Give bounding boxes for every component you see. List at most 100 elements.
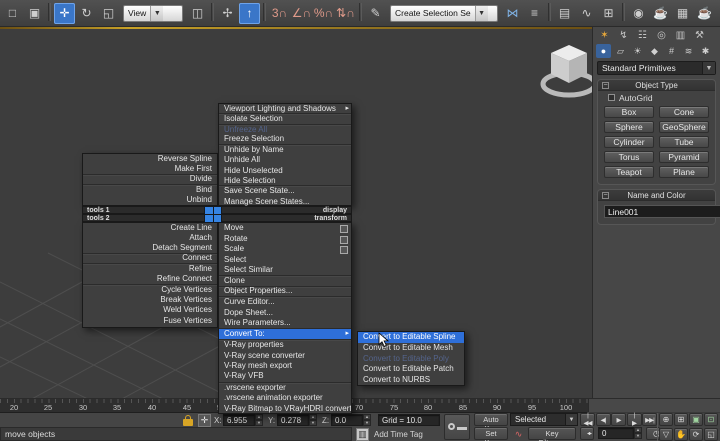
autogrid-checkbox[interactable] <box>608 94 615 101</box>
set-keys-button[interactable] <box>444 414 470 440</box>
curve-editor-icon[interactable]: ∿ <box>576 3 597 24</box>
reference-coordinate-system-dropdown[interactable]: View ▼ <box>123 5 183 22</box>
category-systems-icon[interactable]: ✱ <box>698 44 713 58</box>
subcategory-dropdown[interactable]: Standard Primitives ▼ <box>597 61 716 75</box>
menu-item[interactable]: Weld Vertices <box>83 305 217 315</box>
selection-lock-icon[interactable] <box>183 415 194 426</box>
pan-icon[interactable]: ✋ <box>674 428 688 441</box>
y-coord-spinner[interactable] <box>309 414 317 426</box>
x-coord-field[interactable] <box>223 414 255 426</box>
toolbar-icon[interactable] <box>211 3 214 21</box>
named-selection-sets-dropdown[interactable]: Create Selection Se ▼ <box>390 5 498 22</box>
tab-create[interactable]: ✶ <box>597 28 612 42</box>
spinner-snap-icon[interactable]: ⇅∩ <box>335 3 356 24</box>
select-by-window-icon[interactable]: ▣ <box>24 3 45 24</box>
key-mode-toggle-icon[interactable]: ◂▸ <box>580 427 594 440</box>
name-and-color-rollout-header[interactable]: − Name and Color <box>598 190 715 201</box>
chevron-down-icon[interactable]: ▼ <box>150 6 163 21</box>
x-coord-spinner[interactable] <box>255 414 263 426</box>
current-frame-field[interactable] <box>598 427 634 439</box>
menu-item[interactable]: Reverse Spline <box>83 154 217 164</box>
menu-item[interactable]: Hide Selection <box>219 176 351 186</box>
menu-item[interactable]: Freeze Selection <box>219 135 351 145</box>
menu-item[interactable]: Save Scene State... <box>219 186 351 196</box>
select-and-manipulate-icon[interactable]: ✢ <box>217 3 238 24</box>
category-lights-icon[interactable]: ☀ <box>630 44 645 58</box>
menu-item[interactable]: .vrscene exporter <box>219 383 351 394</box>
tab-motion[interactable]: ◎ <box>654 28 669 42</box>
toolbar-icon[interactable] <box>263 3 266 21</box>
key-filters-button[interactable]: Key Filters... <box>528 427 576 440</box>
menu-item[interactable]: V-Ray Bitmap to VRayHDRI converter <box>219 404 351 415</box>
next-frame-button[interactable]: |▶ <box>627 413 642 426</box>
go-to-start-button[interactable]: |◀◀ <box>580 413 595 426</box>
menu-item[interactable]: V-Ray properties <box>219 340 351 351</box>
z-coord-spinner[interactable] <box>363 414 371 426</box>
toolbar-icon[interactable] <box>48 3 51 21</box>
menu-item[interactable]: Convert to Editable Poly <box>358 354 464 365</box>
category-shapes-icon[interactable]: ▱ <box>613 44 628 58</box>
menu-item[interactable]: Break Vertices <box>83 295 217 305</box>
zoom-extents-icon[interactable]: ▣ <box>689 413 703 426</box>
menu-item[interactable]: Convert to Editable Mesh <box>358 343 464 354</box>
menu-item[interactable]: Unhide by Name <box>219 145 351 155</box>
object-type-button[interactable]: Cone <box>659 106 709 118</box>
transform-typein-mode-icon[interactable]: ✛ <box>198 414 211 427</box>
object-type-button[interactable]: Cylinder <box>604 136 654 148</box>
auto-key-button[interactable]: Auto Key <box>474 413 508 426</box>
menu-item[interactable]: Wire Parameters... <box>219 319 351 330</box>
default-in-out-tangents-icon[interactable]: ∿ <box>512 428 525 440</box>
object-type-rollout-header[interactable]: − Object Type <box>598 80 715 91</box>
key-selection-dropdown[interactable]: Selected ▼ <box>510 413 578 426</box>
menu-item[interactable]: Unhide All <box>219 155 351 165</box>
menu-item[interactable]: Detach Segment <box>83 244 217 254</box>
category-cameras-icon[interactable]: ◆ <box>647 44 662 58</box>
menu-item[interactable]: .vrscene animation exporter <box>219 393 351 404</box>
y-coord-field[interactable] <box>277 414 309 426</box>
menu-item[interactable]: Bind <box>83 185 217 195</box>
menu-item[interactable]: Hide Unselected <box>219 166 351 176</box>
chevron-down-icon[interactable]: ▼ <box>702 62 715 74</box>
keyboard-shortcut-override-icon[interactable]: ↑ <box>239 3 260 24</box>
render-setup-icon[interactable]: ☕ <box>650 3 671 24</box>
maximize-viewport-toggle-icon[interactable]: ◱ <box>704 428 718 441</box>
tab-utilities[interactable]: ⚒ <box>692 28 707 42</box>
percent-snap-icon[interactable]: %∩ <box>313 3 334 24</box>
material-editor-icon[interactable]: ◉ <box>628 3 649 24</box>
menu-item[interactable]: Scale <box>219 244 351 255</box>
category-spacewarps-icon[interactable]: ≋ <box>681 44 696 58</box>
object-type-button[interactable]: Box <box>604 106 654 118</box>
select-and-move-icon[interactable]: ✛ <box>54 3 75 24</box>
menu-item[interactable]: Convert to Editable Spline <box>358 332 464 343</box>
tab-hierarchy[interactable]: ☷ <box>635 28 650 42</box>
menu-item[interactable]: Make First <box>83 164 217 174</box>
object-type-button[interactable]: Tube <box>659 136 709 148</box>
menu-item[interactable]: Cycle Vertices <box>83 285 217 295</box>
menu-item[interactable]: V-Ray VFB <box>219 372 351 383</box>
edit-named-selection-sets-icon[interactable]: ✎ <box>365 3 386 24</box>
menu-item[interactable]: Isolate Selection <box>219 114 351 124</box>
category-geometry-icon[interactable]: ● <box>596 44 611 58</box>
chevron-down-icon[interactable]: ▼ <box>565 414 577 425</box>
field-of-view-icon[interactable]: ▽ <box>659 428 673 441</box>
angle-snap-icon[interactable]: ∠∩ <box>291 3 312 24</box>
menu-item[interactable]: Select <box>219 255 351 266</box>
align-icon[interactable]: ≡ <box>524 3 545 24</box>
menu-item[interactable]: Rotate <box>219 234 351 245</box>
menu-item[interactable]: Refine <box>83 264 217 274</box>
tab-display[interactable]: ▥ <box>673 28 688 42</box>
menu-item[interactable]: Select Similar <box>219 266 351 277</box>
z-coord-field[interactable] <box>331 414 363 426</box>
select-object-icon[interactable]: □ <box>2 3 23 24</box>
previous-frame-button[interactable]: ◀| <box>596 413 611 426</box>
menu-item[interactable]: Attach <box>83 233 217 243</box>
menu-item[interactable]: Refine Connect <box>83 274 217 284</box>
menu-item[interactable]: V-Ray mesh export <box>219 361 351 372</box>
menu-item[interactable]: Viewport Lighting and Shadows <box>219 104 351 114</box>
menu-item[interactable]: Fuse Vertices <box>83 316 217 326</box>
snaps-toggle-3d-icon[interactable]: 3∩ <box>269 3 290 24</box>
menu-item[interactable]: Unfreeze All <box>219 125 351 135</box>
zoom-extents-all-icon[interactable]: ⊡ <box>704 413 718 426</box>
object-name-field[interactable] <box>604 205 720 218</box>
go-to-end-button[interactable]: ▶▶| <box>642 413 657 426</box>
